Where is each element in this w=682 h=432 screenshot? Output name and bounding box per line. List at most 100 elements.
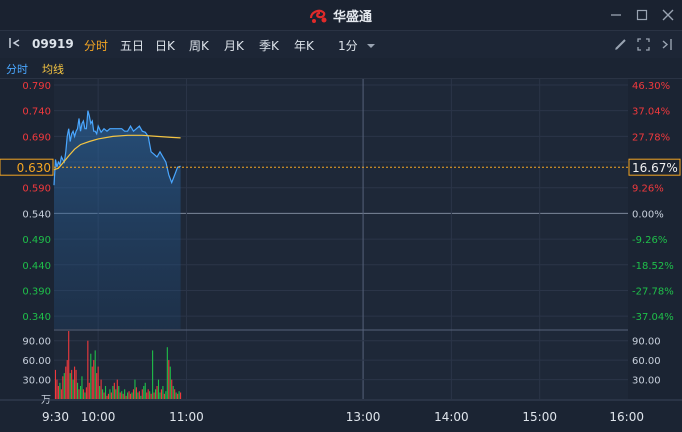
volume-bar (124, 389, 126, 399)
tab-daily-k[interactable]: 日K (155, 37, 175, 54)
maximize-icon[interactable] (634, 7, 650, 23)
current-price-label: 0.630 (17, 161, 51, 175)
chart-toolbar: 09919 分时 五日 日K 周K 月K 季K 年K 1分 (0, 31, 682, 59)
volume-bar (168, 360, 170, 399)
volume-bar (81, 376, 83, 399)
volume-bar (119, 392, 121, 399)
volume-bar (72, 379, 74, 399)
volume-bar (141, 389, 143, 399)
volume-bar (174, 389, 176, 399)
volume-bar (175, 392, 177, 399)
chevron-down-icon (367, 44, 376, 48)
pct-tick-label: -27.78% (632, 286, 674, 297)
volume-bar (103, 392, 105, 399)
volume-bar (159, 392, 161, 399)
price-tick-label: 0.390 (22, 286, 51, 297)
price-tick-label: 0.540 (22, 209, 51, 220)
legend-intraday[interactable]: 分时 (6, 61, 28, 77)
volume-bar (102, 389, 104, 399)
price-tick-label: 0.590 (22, 184, 51, 195)
volume-bar (131, 392, 133, 399)
legend-average[interactable]: 均线 (42, 61, 64, 77)
price-tick-label: 0.340 (22, 312, 51, 323)
volume-bar (65, 366, 67, 399)
volume-tick-label: 60.00 (22, 356, 51, 367)
volume-bar (122, 393, 124, 399)
volume-bar (171, 379, 173, 399)
volume-bar (157, 379, 160, 399)
volume-bar (156, 386, 158, 399)
volume-bar (116, 379, 118, 399)
volume-bar (110, 392, 112, 399)
volume-bar (59, 382, 61, 399)
volume-bar (71, 369, 73, 399)
volume-bar (112, 386, 114, 399)
tab-quarterly-k[interactable]: 季K (259, 37, 279, 54)
volume-bar (146, 392, 148, 399)
time-axis-label: 9:30 (42, 410, 69, 424)
volume-bar (106, 395, 108, 399)
volume-bar (78, 389, 80, 399)
price-tick-label: 0.740 (22, 107, 51, 118)
volume-bar (87, 340, 89, 399)
title-bar: 华盛通 (0, 0, 682, 31)
pct-tick-label: 27.78% (632, 132, 670, 143)
volume-bar (99, 386, 101, 399)
volume-bar (77, 382, 79, 399)
volume-bar (178, 391, 180, 399)
volume-bar (155, 389, 157, 399)
pct-tick-label: 9.26% (632, 184, 664, 195)
volume-bar (79, 386, 82, 399)
quote-chart-window: 华盛通 09919 分时 五日 日K 周K 月K 季K 年K 1分 分时 均线 … (0, 0, 682, 428)
volume-bar (137, 392, 139, 399)
price-tick-label: 0.440 (22, 261, 51, 272)
volume-bar (85, 387, 87, 399)
volume-bar (107, 393, 109, 399)
intraday-chart[interactable]: 0.79046.30%0.74037.04%0.69027.78%0.64018… (0, 79, 682, 428)
expand-panel-icon[interactable] (659, 37, 674, 52)
volume-bar (150, 393, 152, 399)
tab-weekly-k[interactable]: 周K (189, 37, 209, 54)
current-pct-label: 16.67% (632, 161, 678, 175)
volume-bar (165, 391, 167, 399)
fullscreen-icon[interactable] (636, 37, 651, 52)
volume-bar (132, 389, 135, 399)
indicator-bar: 分时 均线 (0, 58, 682, 79)
tab-monthly-k[interactable]: 月K (224, 37, 244, 54)
volume-bar (140, 395, 142, 399)
volume-bar (104, 386, 107, 399)
pct-tick-label: 37.04% (632, 107, 670, 118)
time-axis-label: 11:00 (169, 410, 204, 424)
volume-bar (54, 369, 57, 399)
draw-pen-icon[interactable] (613, 37, 628, 52)
volume-bar (90, 353, 92, 399)
volume-tick-label: 90.00 (22, 337, 51, 348)
volume-bar (115, 389, 117, 399)
collapse-panel-icon[interactable] (8, 36, 22, 53)
volume-bar (100, 379, 102, 399)
close-icon[interactable] (660, 7, 676, 23)
volume-bar (162, 386, 164, 399)
volume-bar (97, 366, 99, 399)
tab-intraday[interactable]: 分时 (84, 37, 108, 54)
volume-bar (180, 392, 182, 399)
volume-bar (152, 350, 154, 399)
price-tick-label: 0.690 (22, 132, 51, 143)
volume-bar (169, 366, 171, 399)
volume-bar (74, 366, 76, 399)
volume-bar (172, 386, 174, 399)
volume-bar (125, 395, 127, 399)
volume-bar (109, 389, 111, 399)
price-tick-label: 0.790 (22, 81, 51, 92)
brand-swirl-icon (309, 9, 327, 23)
brand-logo: 华盛通 (309, 6, 372, 25)
volume-bar (82, 389, 84, 399)
volume-bar (88, 382, 90, 399)
tab-yearly-k[interactable]: 年K (294, 37, 314, 54)
minute-select[interactable]: 1分 (338, 37, 376, 54)
time-axis-label: 10:00 (81, 410, 116, 424)
tab-five-day[interactable]: 五日 (120, 37, 144, 54)
volume-bar (128, 391, 130, 399)
volume-bar (57, 386, 59, 399)
minimize-icon[interactable] (608, 7, 624, 23)
